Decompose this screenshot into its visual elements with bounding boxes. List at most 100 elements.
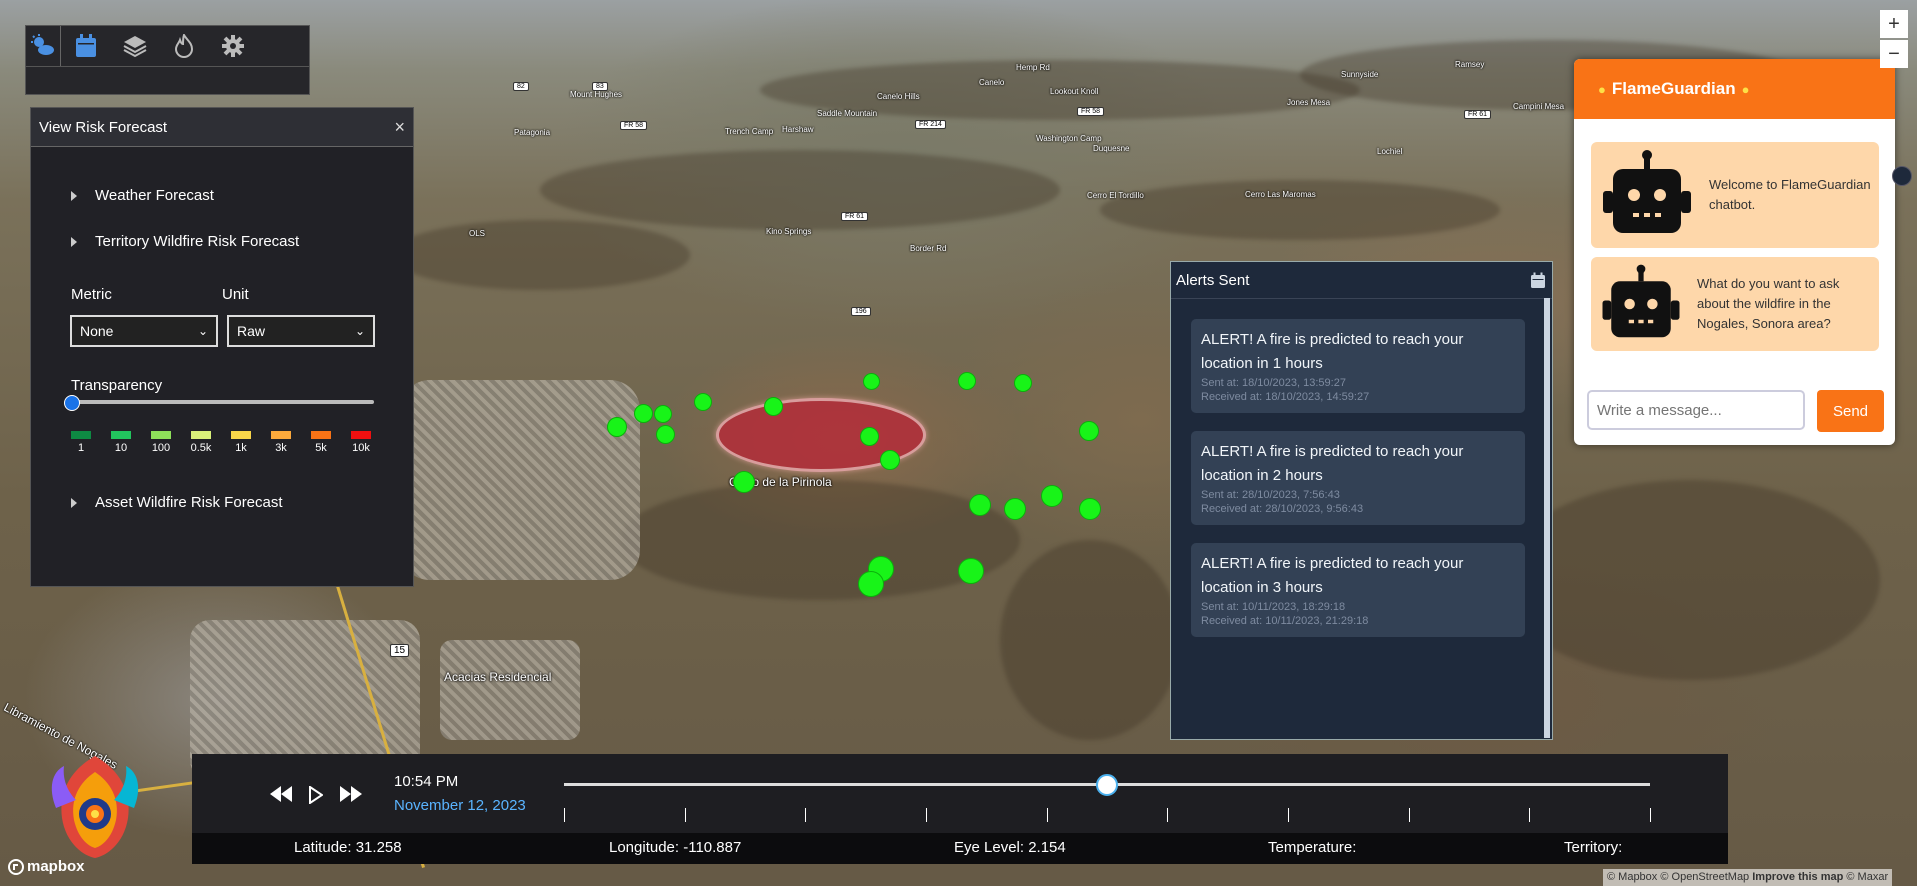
route-shield: FR 58 — [1077, 107, 1105, 116]
territory-readout: Territory: — [1564, 839, 1623, 856]
temperature-readout: Temperature: — [1268, 839, 1357, 856]
territory-risk-toggle[interactable]: Territory Wildfire Risk Forecast — [71, 233, 299, 250]
route-shield: 196 — [851, 307, 871, 316]
asset-risk-toggle[interactable]: Asset Wildfire Risk Forecast — [71, 494, 283, 511]
map-label: Kino Springs — [766, 227, 812, 236]
caret-right-icon — [71, 190, 77, 201]
legend-swatch — [231, 431, 251, 439]
gear-icon — [221, 35, 244, 57]
attribution-maxar[interactable]: © Maxar — [1846, 871, 1888, 883]
asset-point[interactable] — [634, 404, 653, 423]
alert-sent-time: Sent at: 28/10/2023, 7:56:43 — [1201, 489, 1340, 501]
alert-sent-time: Sent at: 18/10/2023, 13:59:27 — [1201, 377, 1346, 389]
map-label: Lochiel — [1377, 147, 1403, 156]
send-button[interactable]: Send — [1817, 390, 1884, 432]
route-shield: FR 61 — [841, 212, 869, 221]
legend-swatch — [111, 431, 131, 439]
map-label: Cerro El Tordillo — [1087, 191, 1144, 200]
timeline-tick — [1650, 808, 1651, 822]
metric-label: Metric — [71, 286, 112, 303]
bot-message-text: Welcome to FlameGuardian chatbot. — [1709, 177, 1871, 212]
asset-point[interactable] — [694, 393, 712, 411]
mapbox-logo-text: mapbox — [27, 858, 85, 875]
alert-message: ALERT! A fire is predicted to reach your… — [1201, 331, 1464, 372]
alert-sent-time: Sent at: 10/11/2023, 18:29:18 — [1201, 601, 1346, 613]
asset-point[interactable] — [1079, 421, 1099, 441]
flameguardian-logo — [51, 756, 139, 858]
alert-card[interactable]: ALERT! A fire is predicted to reach your… — [1191, 319, 1525, 413]
alerts-scrollbar[interactable] — [1544, 298, 1550, 738]
zoom-in-button[interactable]: + — [1880, 10, 1908, 38]
asset-point[interactable] — [656, 425, 675, 444]
transparency-slider-thumb[interactable] — [64, 395, 80, 411]
calendar-icon[interactable] — [1530, 272, 1546, 289]
eye-level-readout: Eye Level: 2.154 — [954, 839, 1066, 856]
alert-card[interactable]: ALERT! A fire is predicted to reach your… — [1191, 431, 1525, 525]
compass-indicator[interactable] — [1892, 166, 1912, 186]
chevron-down-icon: ⌄ — [354, 324, 365, 338]
asset-point[interactable] — [969, 494, 991, 516]
risk-forecast-panel: View Risk Forecast × Weather Forecast Te… — [30, 107, 414, 587]
asset-risk-label: Asset Wildfire Risk Forecast — [95, 494, 283, 511]
unit-select[interactable]: Raw ⌄ — [227, 315, 375, 347]
settings-button[interactable] — [208, 26, 257, 66]
asset-point[interactable] — [733, 471, 755, 493]
legend-label: 5k — [315, 442, 327, 454]
fast-forward-icon[interactable] — [340, 786, 362, 802]
attribution-osm[interactable]: © OpenStreetMap — [1660, 871, 1749, 883]
unit-value: Raw — [237, 323, 266, 339]
legend-label: 1 — [77, 442, 85, 454]
map-label: Saddle Mountain — [817, 109, 878, 118]
calendar-button[interactable] — [61, 26, 110, 66]
transparency-slider-track[interactable] — [71, 400, 374, 404]
alert-card[interactable]: ALERT! A fire is predicted to reach your… — [1191, 543, 1525, 637]
asset-point[interactable] — [607, 417, 627, 437]
alert-received-time: Received at: 18/10/2023, 14:59:27 — [1201, 391, 1370, 403]
map-label: Ramsey — [1455, 60, 1485, 69]
route-shield: 82 — [513, 82, 529, 91]
timeline-tick — [1288, 808, 1289, 822]
timeline-tick — [1408, 808, 1410, 822]
weather-forecast-toggle[interactable]: Weather Forecast — [71, 187, 214, 204]
map-label: Hemp Rd — [1016, 63, 1050, 72]
fire-button[interactable] — [159, 26, 208, 66]
chat-message-input[interactable] — [1587, 390, 1805, 430]
mapbox-logo[interactable]: mapbox — [8, 858, 85, 875]
asset-point[interactable] — [858, 571, 884, 597]
map-label: Washington Camp — [1036, 134, 1102, 143]
asset-point[interactable] — [1079, 498, 1101, 520]
asset-point[interactable] — [880, 450, 900, 470]
asset-point[interactable] — [1004, 498, 1026, 520]
legend-label: 0.5k — [190, 442, 212, 454]
zoom-out-button[interactable]: − — [1880, 40, 1908, 68]
asset-point[interactable] — [1041, 485, 1063, 507]
timeline-time: 10:54 PM — [394, 773, 459, 790]
fire-icon — [174, 34, 193, 58]
asset-point[interactable] — [1014, 374, 1032, 392]
improve-map-link[interactable]: Improve this map — [1752, 871, 1843, 883]
map-label: Duquesne — [1093, 144, 1130, 153]
attribution-mapbox[interactable]: © Mapbox — [1607, 871, 1657, 883]
bot-message: Welcome to FlameGuardian chatbot. — [1591, 142, 1879, 248]
close-icon[interactable]: × — [394, 117, 405, 138]
layers-button[interactable] — [110, 26, 159, 66]
asset-point[interactable] — [764, 397, 783, 416]
map-label: Campini Mesa — [1513, 102, 1565, 111]
flame-icon: ● — [1741, 81, 1750, 97]
play-icon[interactable] — [309, 786, 323, 804]
chat-title: FlameGuardian — [1611, 79, 1736, 98]
metric-select[interactable]: None ⌄ — [70, 315, 218, 347]
timeline-thumb[interactable] — [1096, 774, 1118, 796]
weather-button[interactable] — [26, 26, 61, 66]
asset-point[interactable] — [958, 558, 984, 584]
asset-point[interactable] — [860, 427, 879, 446]
asset-point[interactable] — [863, 373, 880, 390]
asset-point[interactable] — [958, 372, 976, 390]
bot-message-text: What do you want to ask about the wildfi… — [1697, 276, 1840, 331]
weather-forecast-label: Weather Forecast — [95, 187, 214, 204]
layers-icon — [123, 36, 146, 58]
rewind-icon[interactable] — [270, 786, 292, 802]
map-label: Mount Hughes — [570, 90, 623, 99]
caret-right-icon — [71, 497, 77, 508]
asset-point[interactable] — [654, 405, 672, 423]
